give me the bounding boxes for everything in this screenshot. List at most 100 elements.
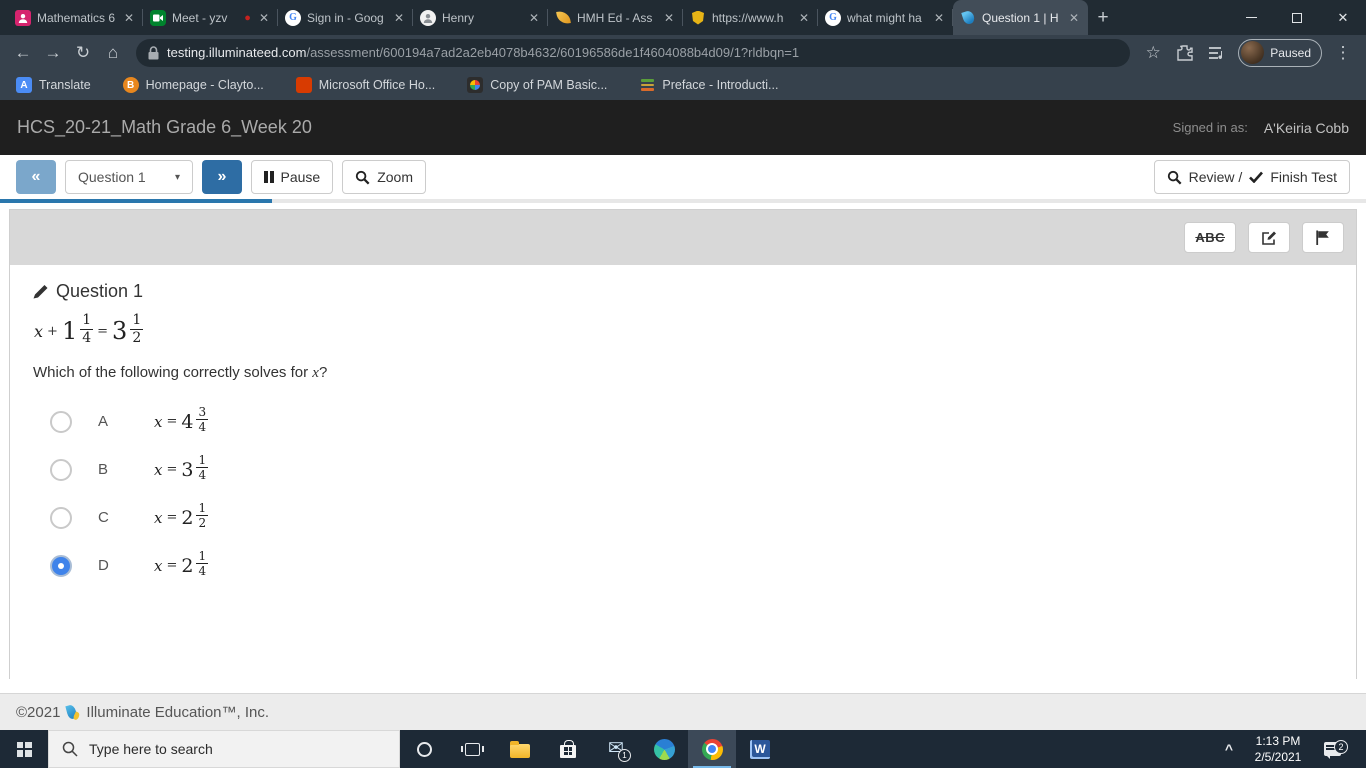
option-letter: B <box>98 461 109 479</box>
answer-option-A[interactable]: A x = 4 34 <box>50 405 1333 436</box>
tab-hmh[interactable]: HMH Ed - Ass ✕ <box>548 0 683 35</box>
opt-fraction: 14 <box>196 549 209 578</box>
media-controls-icon[interactable] <box>1202 39 1232 67</box>
flag-button[interactable] <box>1302 222 1344 253</box>
close-icon[interactable]: ✕ <box>392 11 406 25</box>
clock-time: 1:13 PM <box>1255 733 1301 748</box>
tray-chevron-icon[interactable]: ^ <box>1212 741 1246 757</box>
review-finish-button[interactable]: Review / Finish Test <box>1153 160 1350 194</box>
opt-whole: 2 <box>181 554 194 577</box>
tab-google-signin[interactable]: G Sign in - Goog ✕ <box>278 0 413 35</box>
file-explorer-button[interactable] <box>496 730 544 768</box>
bookmark-office[interactable]: Microsoft Office Ho... <box>295 77 435 93</box>
option-answer-text: x = 3 14 <box>154 453 209 484</box>
close-window-button[interactable]: ✕ <box>1320 0 1366 35</box>
answer-option-C[interactable]: C x = 2 12 <box>50 501 1333 531</box>
close-icon[interactable]: ✕ <box>797 11 811 25</box>
restore-button[interactable] <box>1274 0 1320 35</box>
search-icon <box>62 741 78 757</box>
tab-google-search[interactable]: G what might ha ✕ <box>818 0 953 35</box>
previous-question-button[interactable]: « <box>16 160 56 194</box>
minimize-button[interactable] <box>1228 0 1274 35</box>
url-field[interactable]: testing.illuminateed.com/assessment/6001… <box>136 38 1131 67</box>
next-question-button[interactable]: » <box>202 160 242 194</box>
cortana-button[interactable] <box>400 730 448 768</box>
avatar <box>1241 41 1265 64</box>
start-button[interactable] <box>0 730 48 768</box>
opt-equals: = <box>166 414 178 430</box>
question-body: Question 1 x + 1 14 = 3 12 Which of the … <box>10 265 1356 679</box>
tab-question-active[interactable]: Question 1 | H ✕ <box>953 0 1088 35</box>
mail-button[interactable]: ✉ 1 <box>592 730 640 768</box>
question-panel: ABC Question 1 x + 1 14 = 3 1 2 Which of… <box>9 209 1357 679</box>
eq-fraction-1: 14 <box>80 312 94 346</box>
tab-https[interactable]: https://www.h ✕ <box>683 0 818 35</box>
task-view-button[interactable] <box>448 730 496 768</box>
browser-back-button[interactable]: ← <box>8 39 38 67</box>
finish-label: Finish Test <box>1270 169 1337 185</box>
close-icon[interactable]: ✕ <box>1067 11 1081 25</box>
bookmark-star-icon[interactable]: ☆ <box>1138 39 1168 67</box>
close-icon[interactable]: ✕ <box>932 11 946 25</box>
answer-option-B[interactable]: B x = 3 14 <box>50 453 1333 484</box>
search-placeholder: Type here to search <box>89 741 213 757</box>
reload-button[interactable]: ↻ <box>68 39 98 67</box>
tab-title: Mathematics 6 <box>37 10 116 25</box>
opt-equals: = <box>166 462 178 478</box>
company-name: Illuminate Education™, Inc. <box>86 703 270 721</box>
screen: Mathematics 6 ✕ Meet - yzv ● ✕ G Sign in… <box>0 0 1366 768</box>
extensions-puzzle-icon[interactable] <box>1170 39 1200 67</box>
window-controls: ✕ <box>1228 0 1366 35</box>
option-radio-C[interactable] <box>50 506 72 529</box>
tab-henry[interactable]: Henry ✕ <box>413 0 548 35</box>
edge-button[interactable] <box>640 730 688 768</box>
folder-icon <box>510 740 530 758</box>
action-center-button[interactable]: 2 <box>1310 740 1354 759</box>
pause-icon <box>264 171 274 183</box>
zoom-button[interactable]: Zoom <box>342 160 426 194</box>
fraction-numerator: 1 <box>130 312 144 330</box>
opt-whole: 3 <box>181 458 194 481</box>
browser-menu-icon[interactable]: ⋮ <box>1328 39 1358 67</box>
eq-plus: + <box>47 323 58 339</box>
microsoft-store-button[interactable] <box>544 730 592 768</box>
tab-mathematics[interactable]: Mathematics 6 ✕ <box>8 0 143 35</box>
person-pink-icon <box>15 9 31 26</box>
answer-option-D[interactable]: D x = 2 14 <box>50 549 1333 579</box>
prompt-text: Which of the following correctly solves … <box>33 364 313 382</box>
question-select-value: Question 1 <box>78 169 146 185</box>
bookmark-translate[interactable]: A Translate <box>16 77 91 93</box>
question-select[interactable]: Question 1 ▾ <box>65 160 193 194</box>
notes-button[interactable] <box>1248 222 1290 253</box>
option-radio-B[interactable] <box>50 458 72 481</box>
word-button[interactable]: W <box>736 730 784 768</box>
pause-button[interactable]: Pause <box>251 160 334 194</box>
question-heading: Question 1 <box>33 281 1333 302</box>
close-icon[interactable]: ✕ <box>122 11 136 25</box>
bookmark-preface[interactable]: Preface - Introducti... <box>639 77 778 93</box>
taskbar-search-input[interactable]: Type here to search <box>48 730 400 768</box>
option-radio-A[interactable] <box>50 410 72 433</box>
eq-whole-1: 1 <box>61 317 78 346</box>
option-answer-text: x = 4 34 <box>154 405 209 436</box>
fraction-denominator: 2 <box>198 516 207 531</box>
abc-strikethrough-label: ABC <box>1195 230 1225 245</box>
tab-meet[interactable]: Meet - yzv ● ✕ <box>143 0 278 35</box>
new-tab-button[interactable]: + <box>1088 0 1118 35</box>
bookmark-homepage[interactable]: B Homepage - Clayto... <box>122 77 264 93</box>
close-icon[interactable]: ✕ <box>527 11 541 25</box>
home-button[interactable]: ⌂ <box>98 39 128 67</box>
close-icon[interactable]: ✕ <box>662 11 676 25</box>
review-label: Review / <box>1188 169 1243 185</box>
option-radio-D[interactable] <box>50 554 72 577</box>
taskbar-clock[interactable]: 1:13 PM 2/5/2021 <box>1246 733 1310 765</box>
notification-badge: 2 <box>1334 740 1348 754</box>
profile-button[interactable]: Paused <box>1238 38 1322 67</box>
copyright-text: ©2021 <box>16 703 61 721</box>
browser-forward-button[interactable]: → <box>38 39 68 67</box>
bookmark-pam[interactable]: Copy of PAM Basic... <box>467 77 607 93</box>
restore-icon <box>1292 12 1302 23</box>
close-icon[interactable]: ✕ <box>257 11 271 25</box>
chrome-button[interactable] <box>688 730 736 768</box>
answer-eliminator-button[interactable]: ABC <box>1184 222 1236 253</box>
